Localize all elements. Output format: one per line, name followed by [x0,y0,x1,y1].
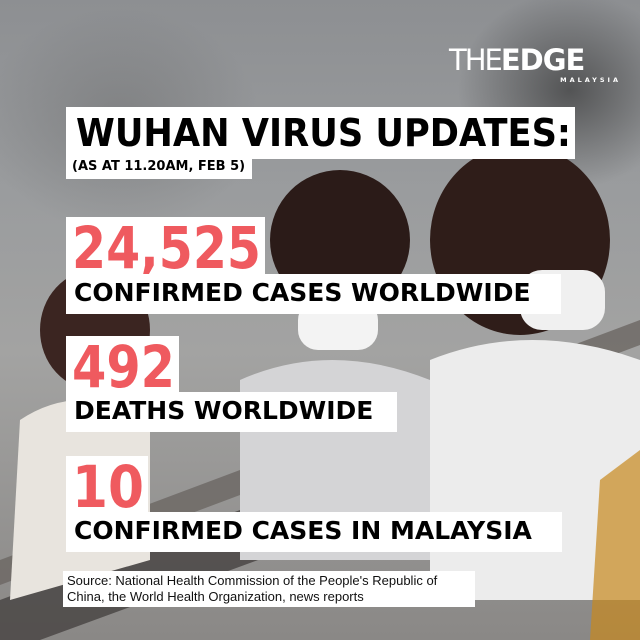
stat-deaths-value: 492 [66,336,179,396]
logo-malaysia-text: MALAYSIA [560,76,621,84]
stat-malaysia-cases-value: 10 [66,456,148,516]
logo-edge-text: EDGE [500,43,585,77]
the-edge-logo: THEEDGE MALAYSIA [449,44,625,90]
headline-timestamp: (AS AT 11.20AM, FEB 5) [66,155,252,179]
headline-title: WUHAN VIRUS UPDATES: [66,107,575,159]
stat-malaysia-cases-label: CONFIRMED CASES IN MALAYSIA [66,512,562,552]
source-note: Source: National Health Commission of th… [63,571,475,607]
logo-the-text: THE [449,43,503,77]
stat-worldwide-cases-value: 24,525 [66,217,265,277]
stat-deaths-label: DEATHS WORLDWIDE [66,392,397,432]
stat-worldwide-cases-label: CONFIRMED CASES WORLDWIDE [66,274,561,314]
